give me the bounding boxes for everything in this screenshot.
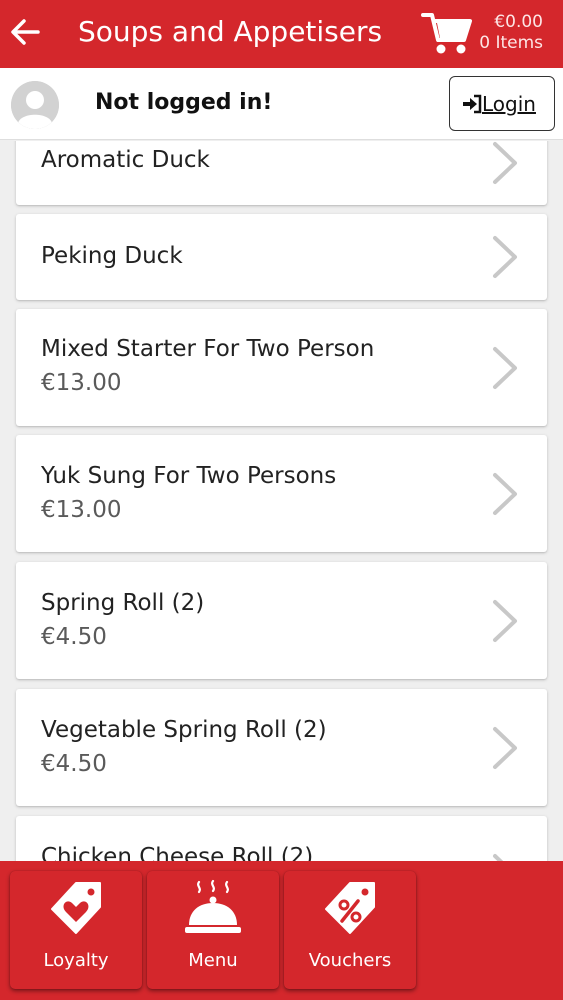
menu-item-yuk-sung[interactable]: Yuk Sung For Two Persons €13.00	[16, 435, 547, 552]
nav-tab-vouchers[interactable]: Vouchers	[284, 871, 416, 989]
arrow-left-icon	[11, 19, 40, 45]
app-screen: Soups and Appetisers €0.00 0 Items Not l…	[0, 0, 563, 1000]
item-price: €4.50	[41, 624, 107, 650]
nav-label: Vouchers	[308, 950, 392, 971]
nav-label: Menu	[188, 950, 238, 971]
chevron-right-icon	[493, 236, 517, 278]
chevron-right-icon	[493, 347, 517, 389]
item-price: €4.50	[41, 751, 107, 777]
chevron-right-icon	[493, 727, 517, 769]
account-bar: Not logged in! Login	[0, 68, 563, 140]
chevron-right-icon	[493, 600, 517, 642]
login-label: Login	[482, 92, 536, 116]
page-title: Soups and Appetisers	[78, 15, 383, 48]
item-name: Aromatic Duck	[41, 147, 210, 173]
back-button[interactable]	[8, 12, 44, 52]
sign-in-icon	[463, 94, 482, 114]
cart-item-count: 0 Items	[479, 33, 543, 53]
heart-tag-icon	[51, 882, 101, 934]
menu-item-vegetable-spring-roll[interactable]: Vegetable Spring Roll (2) €4.50	[16, 689, 547, 806]
item-price: €13.00	[41, 497, 122, 523]
user-avatar-icon	[11, 81, 59, 129]
item-name: Vegetable Spring Roll (2)	[41, 717, 327, 743]
item-name: Spring Roll (2)	[41, 590, 205, 616]
chevron-right-icon	[493, 854, 504, 861]
app-header: Soups and Appetisers €0.00 0 Items	[0, 0, 563, 68]
menu-item-aromatic-duck[interactable]: Aromatic Duck	[16, 141, 547, 205]
cart-total: €0.00	[494, 12, 543, 32]
item-name: Peking Duck	[41, 243, 183, 269]
nav-label: Loyalty	[43, 950, 109, 971]
chevron-right-icon	[493, 473, 517, 515]
item-name: Yuk Sung For Two Persons	[41, 463, 337, 489]
item-name: Mixed Starter For Two Person	[41, 336, 375, 362]
login-button[interactable]: Login	[449, 76, 555, 131]
nav-tab-loyalty[interactable]: Loyalty	[10, 871, 142, 989]
menu-item-mixed-starter[interactable]: Mixed Starter For Two Person €13.00	[16, 309, 547, 426]
bottom-navigation: Loyalty Menu Vouchers	[0, 861, 563, 1000]
menu-item-chicken-cheese-roll[interactable]: Chicken Cheese Roll (2)	[16, 816, 547, 861]
menu-item-spring-roll[interactable]: Spring Roll (2) €4.50	[16, 562, 547, 679]
item-price: €13.00	[41, 370, 122, 396]
item-name: Chicken Cheese Roll (2)	[41, 844, 314, 861]
serving-cloche-icon	[185, 879, 241, 933]
menu-item-list[interactable]: Aromatic Duck Peking Duck Mixed Starter …	[0, 141, 563, 861]
percent-tag-icon	[325, 882, 375, 934]
login-status-text: Not logged in!	[95, 90, 273, 115]
menu-item-peking-duck[interactable]: Peking Duck	[16, 214, 547, 300]
nav-tab-menu[interactable]: Menu	[147, 871, 279, 989]
chevron-right-icon	[493, 142, 517, 184]
